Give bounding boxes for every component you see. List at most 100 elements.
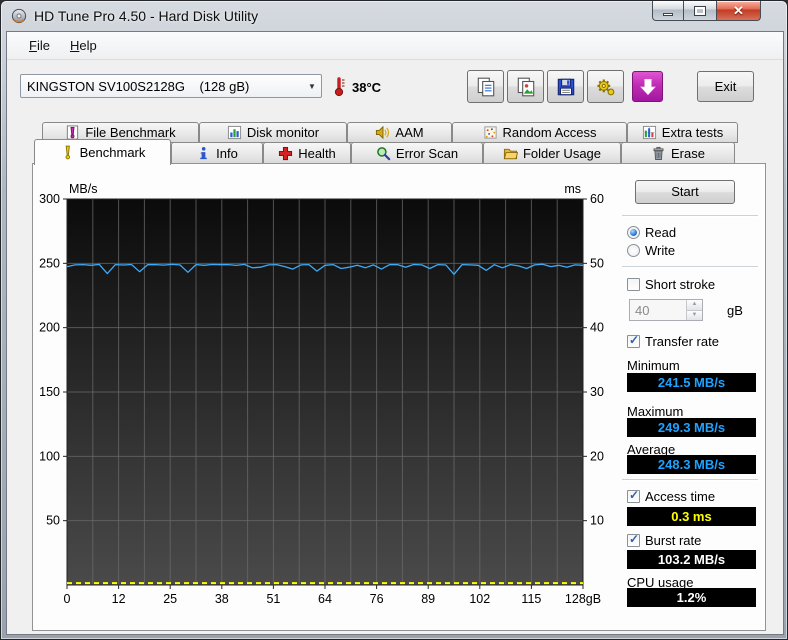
temperature-value: 38°C [352,80,382,95]
random-access-icon [483,125,498,140]
short-stroke-stepper[interactable]: 40 ▲ ▼ [629,299,703,321]
svg-text:76: 76 [370,592,384,606]
thermometer-icon [332,76,348,98]
minimum-value: 241.5 MB/s [627,373,756,392]
info-icon [196,146,211,161]
tab-benchmark[interactable]: Benchmark [34,139,171,165]
short-stroke-value: 40 [635,303,650,318]
burst-rate-checkbox[interactable] [627,532,640,547]
tab-health[interactable]: Health [263,142,351,164]
tab-label: File Benchmark [85,125,176,140]
tab-error-scan[interactable]: Error Scan [351,142,483,164]
access-time-row[interactable]: Access time [627,488,715,504]
error-scan-icon [376,146,391,161]
svg-text:100: 100 [39,449,60,463]
maximum-label: Maximum [627,404,684,419]
svg-text:128gB: 128gB [565,592,601,606]
exit-button[interactable]: Exit [697,71,754,102]
transfer-rate-checkbox[interactable] [627,333,640,348]
tab-random-access[interactable]: Random Access [452,122,627,143]
svg-text:MB/s: MB/s [69,182,97,196]
benchmark-chart-area: 300 250 200 150 100 50 60 50 40 30 20 10 0 12 25 38 51 64… [33,172,619,621]
read-radio-row[interactable]: Read [627,225,676,240]
svg-text:64: 64 [318,592,332,606]
menu-item-file[interactable]: File [19,35,60,56]
short-stroke-unit: gB [727,303,743,318]
update-button[interactable] [632,71,663,102]
write-radio-label: Write [645,243,676,258]
copy-icon [475,76,497,98]
tab-info[interactable]: Info [171,142,263,164]
copy-image-button[interactable] [507,70,544,103]
benchmark-icon [60,145,75,160]
stepper-up-icon[interactable]: ▲ [687,300,702,311]
title-bar[interactable]: HD Tune Pro 4.50 - Hard Disk Utility ✕ [1,1,787,31]
svg-text:89: 89 [421,592,435,606]
svg-text:25: 25 [163,592,177,606]
drive-select[interactable]: KINGSTON SV100S2128G (128 gB) ▼ [20,74,322,98]
tab-disk-monitor[interactable]: Disk monitor [199,122,347,143]
close-button[interactable]: ✕ [716,1,761,21]
svg-text:50: 50 [46,514,60,528]
maximize-button[interactable] [684,1,716,21]
tab-label: Health [298,145,336,161]
minimize-button[interactable] [652,1,684,21]
read-radio-label: Read [645,225,677,240]
write-radio[interactable] [627,244,640,257]
tab-extra-tests[interactable]: Extra tests [627,122,738,143]
short-stroke-checkbox[interactable] [627,278,640,291]
extra-tests-icon [642,125,657,140]
window-title: HD Tune Pro 4.50 - Hard Disk Utility [34,8,259,24]
chevron-down-icon[interactable]: ▼ [303,82,321,91]
tab-label: AAM [395,125,424,140]
transfer-rate-label: Transfer rate [645,334,719,349]
svg-text:102: 102 [469,592,490,606]
folder-usage-icon [503,146,518,161]
divider [622,479,758,480]
benchmark-tab-page: 300 250 200 150 100 50 60 50 40 30 20 10 0 12 25 38 51 64… [32,163,766,631]
svg-text:300: 300 [39,192,60,206]
save-button[interactable] [547,70,584,103]
access-time-value: 0.3 ms [627,507,756,526]
menu-bar: File Help [7,32,783,60]
tab-label: Erase [671,145,705,161]
maximize-icon [694,5,706,16]
tab-label: Info [216,145,238,161]
options-button[interactable] [587,70,624,103]
copy-text-button[interactable] [467,70,504,103]
svg-text:115: 115 [521,592,541,606]
burst-rate-row[interactable]: Burst rate [627,532,702,548]
aam-icon [375,125,390,140]
close-icon: ✕ [733,2,744,18]
window-content: File Help KINGSTON SV100S2128G (128 gB) ▼… [6,31,784,635]
short-stroke-row[interactable]: Short stroke [627,277,715,292]
stepper-down-icon[interactable]: ▼ [687,310,702,320]
tab-label: Disk monitor [246,125,320,140]
svg-text:12: 12 [112,592,126,606]
app-window: HD Tune Pro 4.50 - Hard Disk Utility ✕ F… [0,0,788,640]
copy-image-icon [515,76,537,98]
tab-label: Extra tests [661,125,724,140]
svg-text:250: 250 [39,256,60,270]
svg-text:30: 30 [590,385,604,399]
svg-text:40: 40 [590,321,604,335]
maximum-value: 249.3 MB/s [627,418,756,437]
write-radio-row[interactable]: Write [627,243,675,258]
average-value: 248.3 MB/s [627,455,756,474]
read-radio[interactable] [627,226,640,239]
start-button[interactable]: Start [635,180,735,204]
tab-aam[interactable]: AAM [347,122,452,143]
tab-folder-usage[interactable]: Folder Usage [483,142,621,164]
transfer-rate-row[interactable]: Transfer rate [627,333,719,349]
menu-item-help[interactable]: Help [60,35,107,56]
tab-erase[interactable]: Erase [621,142,735,164]
svg-text:ms: ms [564,182,581,196]
svg-text:150: 150 [39,385,60,399]
svg-text:38: 38 [215,592,229,606]
erase-icon [651,146,666,161]
drive-select-value: KINGSTON SV100S2128G (128 gB) [27,78,250,94]
svg-text:20: 20 [590,449,604,463]
access-time-checkbox[interactable] [627,488,640,503]
burst-rate-label: Burst rate [645,533,702,548]
tab-label: Folder Usage [522,145,602,161]
